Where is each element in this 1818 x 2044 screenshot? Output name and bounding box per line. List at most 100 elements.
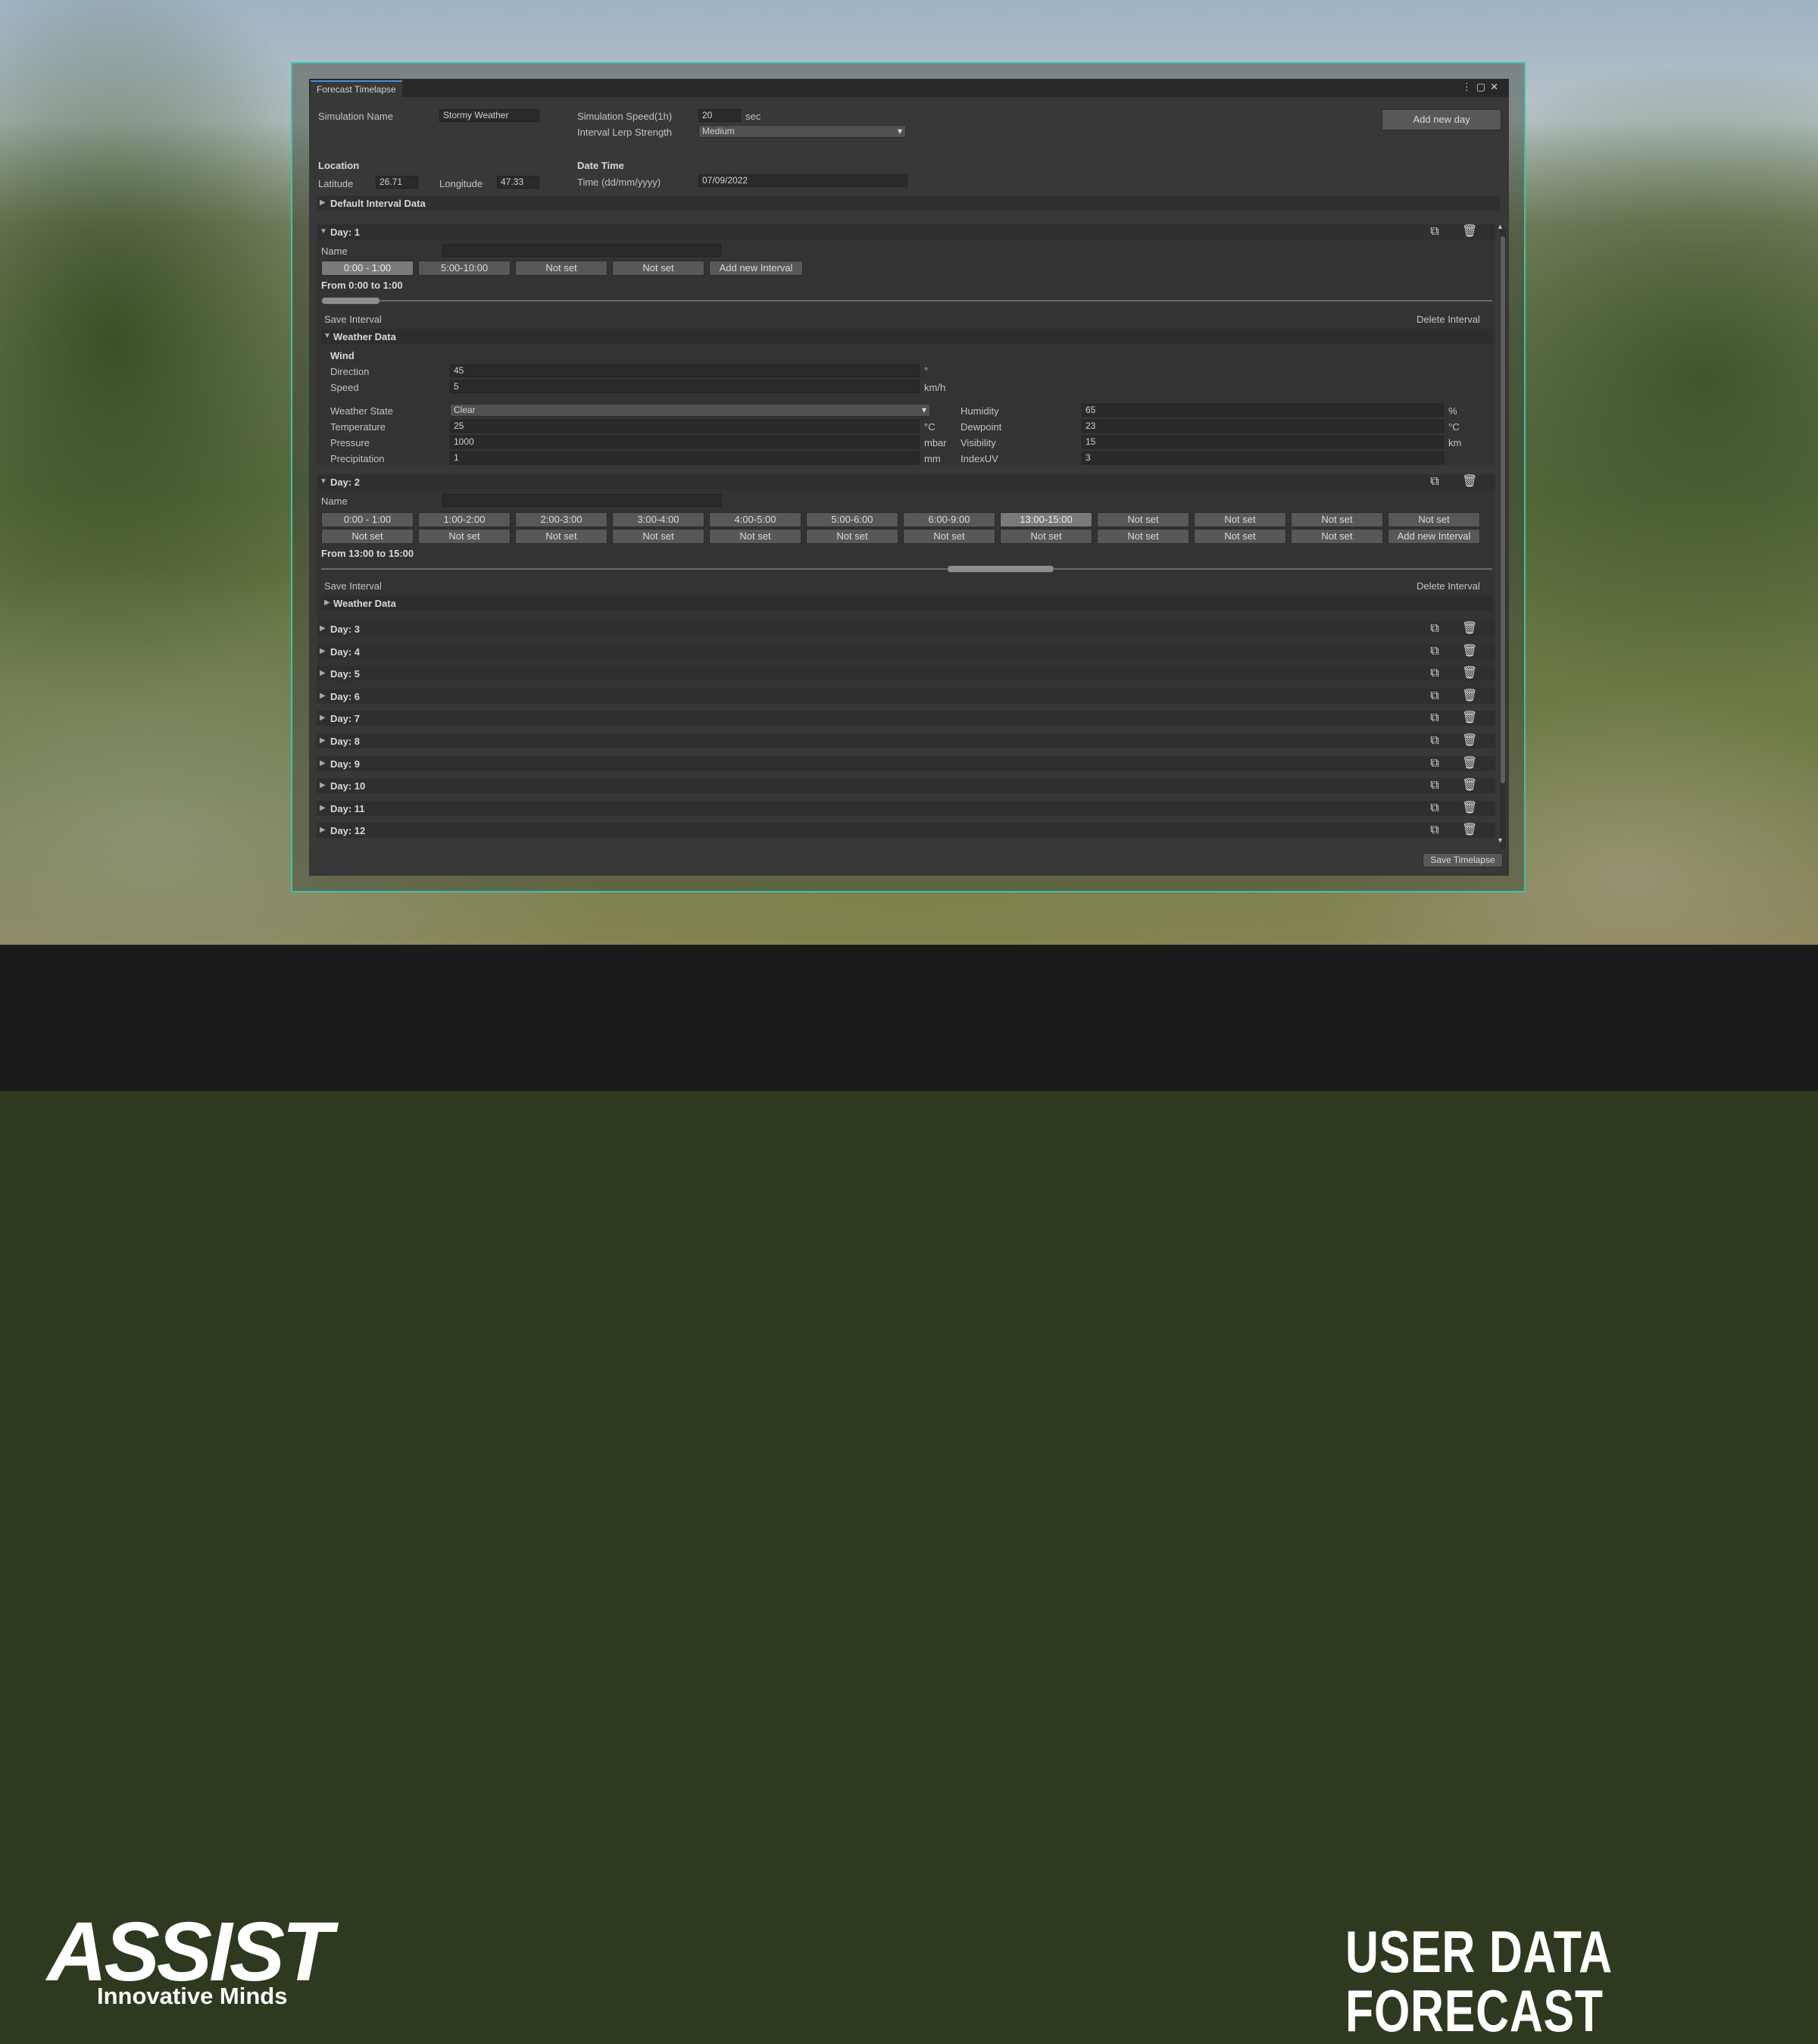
day-2-interval-button[interactable]: 4:00-5:00 [709, 512, 801, 527]
trash-icon[interactable]: 🗑 [1462, 667, 1477, 680]
day-2-interval-button[interactable]: Not set [1194, 529, 1286, 544]
trash-icon[interactable]: 🗑 [1462, 689, 1477, 703]
scrollbar-thumb[interactable] [1501, 236, 1505, 783]
day-foldout[interactable]: ▶ Day: 10 [317, 778, 1495, 794]
day-1-name-field[interactable] [442, 244, 721, 257]
weather-state-select[interactable]: Clear [450, 404, 930, 417]
day-2-interval-button[interactable]: Not set [321, 529, 414, 544]
trash-icon[interactable]: 🗑 [1462, 475, 1477, 489]
day-foldout[interactable]: ▶ Day: 4 [317, 643, 1495, 659]
day-2-interval-button[interactable]: 2:00-3:00 [515, 512, 608, 527]
day-2-interval-button[interactable]: Not set [1194, 512, 1286, 527]
trash-icon[interactable]: 🗑 [1462, 802, 1477, 815]
day-2-name-field[interactable] [442, 494, 721, 507]
day-2-range-slider[interactable] [321, 568, 1492, 570]
day-2-interval-button[interactable]: 5:00-6:00 [806, 512, 898, 527]
dewpoint-field[interactable]: 23 [1082, 420, 1444, 433]
maximize-icon[interactable]: ▢ [1476, 81, 1490, 92]
day-foldout[interactable]: ▶ Day: 5 [317, 666, 1495, 682]
longitude-field[interactable]: 47.33 [497, 176, 539, 189]
more-icon[interactable]: ⋮ [1462, 81, 1476, 92]
trash-icon[interactable]: 🗑 [1462, 225, 1477, 239]
day-1-interval-button[interactable]: 0:00 - 1:00 [321, 261, 414, 276]
copy-icon[interactable]: ⧉ [1428, 225, 1442, 239]
day-2-interval-button[interactable]: 13:00-15:00 [1000, 512, 1092, 527]
day-2-interval-button[interactable]: 3:00-4:00 [612, 512, 704, 527]
day-2-interval-button[interactable]: 1:00-2:00 [418, 512, 511, 527]
copy-icon[interactable]: ⧉ [1428, 475, 1442, 489]
day-1-delete-interval[interactable]: Delete Interval [1417, 314, 1480, 325]
day-foldout[interactable]: ▶ Day: 6 [317, 688, 1495, 704]
day-foldout[interactable]: ▶ Day: 9 [317, 755, 1495, 771]
trash-icon[interactable]: 🗑 [1462, 734, 1477, 748]
trash-icon[interactable]: 🗑 [1462, 824, 1477, 837]
scroll-up-icon[interactable]: ▲ [1497, 223, 1504, 230]
day-2-interval-button[interactable]: Not set [1097, 529, 1189, 544]
precipitation-field[interactable]: 1 [450, 452, 920, 464]
simulation-speed-field[interactable]: 20 [698, 109, 741, 122]
copy-icon[interactable]: ⧉ [1428, 824, 1442, 837]
day-1-add-interval-button[interactable]: Add new Interval [709, 261, 803, 276]
visibility-field[interactable]: 15 [1082, 436, 1444, 448]
day-2-interval-button[interactable]: Not set [1000, 529, 1092, 544]
copy-icon[interactable]: ⧉ [1428, 802, 1442, 815]
day-1-interval-button[interactable]: 5:00-10:00 [418, 261, 511, 276]
day-2-add-interval-button[interactable]: Add new Interval [1388, 529, 1480, 544]
day-2-save-interval[interactable]: Save Interval [324, 580, 382, 592]
copy-icon[interactable]: ⧉ [1428, 645, 1442, 658]
day-1-range-thumb[interactable] [321, 297, 380, 305]
speed-field[interactable]: 5 [450, 380, 920, 393]
copy-icon[interactable]: ⧉ [1428, 734, 1442, 748]
day-2-interval-button[interactable]: Not set [1097, 512, 1189, 527]
simulation-name-field[interactable]: Stormy Weather [439, 109, 539, 122]
trash-icon[interactable]: 🗑 [1462, 711, 1477, 725]
day-2-interval-button[interactable]: Not set [418, 529, 511, 544]
day-foldout[interactable]: ▶ Day: 3 [317, 621, 1495, 636]
indexuv-field[interactable]: 3 [1082, 452, 1444, 464]
day-2-interval-button[interactable]: Not set [1291, 529, 1383, 544]
time-field[interactable]: 07/09/2022 [698, 174, 907, 187]
day-2-interval-button[interactable]: Not set [806, 529, 898, 544]
tab-forecast-timelapse[interactable]: Forecast Timelapse [311, 80, 402, 97]
pressure-field[interactable]: 1000 [450, 436, 920, 448]
day-2-weather-data-foldout[interactable]: ▶ Weather Data [321, 595, 1492, 611]
day-1-weather-data-foldout[interactable]: ▼ Weather Data [321, 329, 1492, 344]
trash-icon[interactable]: 🗑 [1462, 757, 1477, 770]
day-1-range-slider[interactable] [321, 300, 1492, 302]
copy-icon[interactable]: ⧉ [1428, 779, 1442, 792]
add-new-day-button[interactable]: Add new day [1382, 109, 1501, 130]
save-timelapse-button[interactable]: Save Timelapse [1423, 853, 1503, 867]
day-foldout[interactable]: ▶ Day: 8 [317, 733, 1495, 749]
latitude-field[interactable]: 26.71 [376, 176, 418, 189]
day-1-save-interval[interactable]: Save Interval [324, 314, 382, 325]
trash-icon[interactable]: 🗑 [1462, 645, 1477, 658]
trash-icon[interactable]: 🗑 [1462, 779, 1477, 792]
day-2-interval-button[interactable]: Not set [709, 529, 801, 544]
scroll-down-icon[interactable]: ▼ [1497, 836, 1504, 844]
direction-field[interactable]: 45 [450, 364, 920, 377]
temperature-field[interactable]: 25 [450, 420, 920, 433]
day-1-interval-button[interactable]: Not set [612, 261, 704, 276]
day-2-interval-button[interactable]: 6:00-9:00 [903, 512, 995, 527]
day-foldout[interactable]: ▶ Day: 12 [317, 823, 1495, 839]
trash-icon[interactable]: 🗑 [1462, 622, 1477, 636]
day-2-interval-button[interactable]: Not set [515, 529, 608, 544]
default-interval-foldout[interactable]: ▶ Default Interval Data [317, 195, 1500, 211]
humidity-field[interactable]: 65 [1082, 404, 1444, 417]
day-2-interval-button[interactable]: 0:00 - 1:00 [321, 512, 414, 527]
day-1-foldout[interactable]: ▼ Day: 1 [317, 224, 1495, 239]
copy-icon[interactable]: ⧉ [1428, 711, 1442, 725]
day-2-interval-button[interactable]: Not set [1291, 512, 1383, 527]
copy-icon[interactable]: ⧉ [1428, 689, 1442, 703]
day-1-interval-button[interactable]: Not set [515, 261, 608, 276]
copy-icon[interactable]: ⧉ [1428, 622, 1442, 636]
day-foldout[interactable]: ▶ Day: 7 [317, 711, 1495, 727]
day-2-range-thumb[interactable] [947, 565, 1054, 573]
close-icon[interactable]: ✕ [1490, 81, 1503, 92]
day-2-interval-button[interactable]: Not set [903, 529, 995, 544]
day-2-foldout[interactable]: ▼ Day: 2 [317, 474, 1495, 489]
copy-icon[interactable]: ⧉ [1428, 757, 1442, 770]
day-foldout[interactable]: ▶ Day: 11 [317, 800, 1495, 816]
day-2-interval-button[interactable]: Not set [1388, 512, 1480, 527]
copy-icon[interactable]: ⧉ [1428, 667, 1442, 680]
